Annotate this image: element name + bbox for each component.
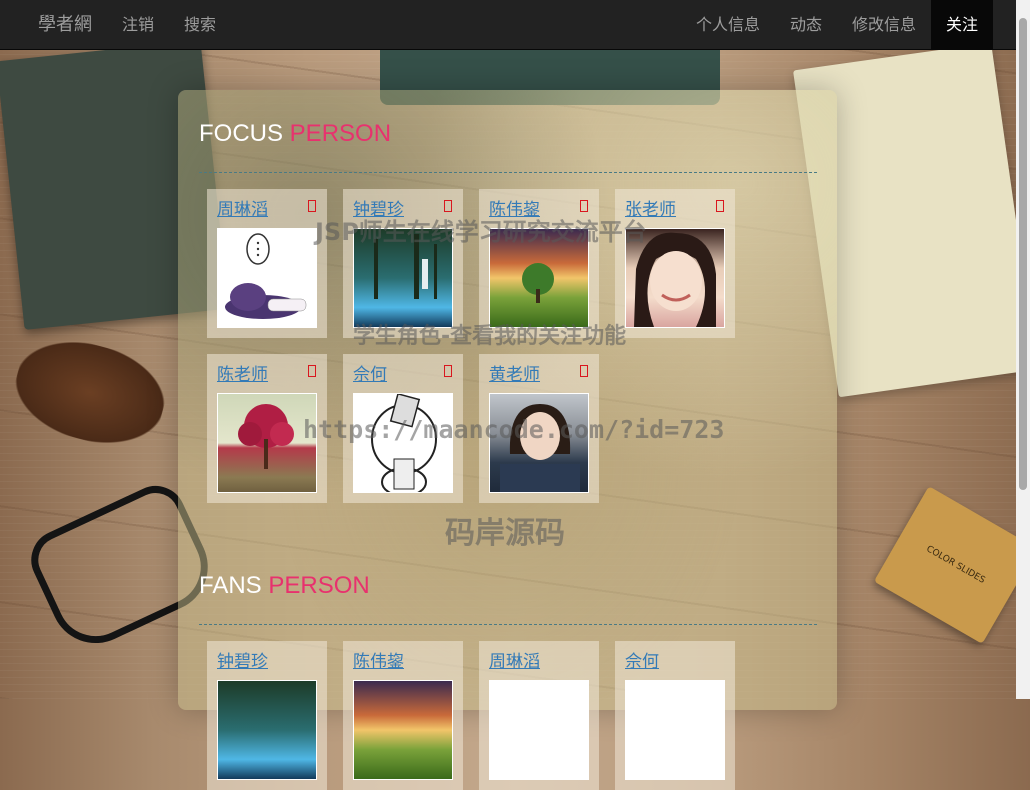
unfollow-icon[interactable] — [580, 365, 588, 377]
fan-person-card: 陈伟鋆 — [343, 641, 463, 790]
focus-person-card: 黄老师 — [479, 354, 599, 503]
focus-title-plain: FOCUS — [199, 120, 290, 147]
avatar[interactable] — [353, 228, 453, 328]
top-navbar: 學者網 注销 搜索 个人信息 动态 修改信息 关注 — [0, 0, 1016, 50]
follow-link[interactable]: 关注 — [930, 0, 993, 50]
focus-title-accent: PERSON — [289, 120, 392, 147]
person-name-link[interactable]: 周琳滔 — [489, 647, 540, 672]
person-name-link[interactable]: 陈老师 — [217, 360, 268, 385]
fan-person-card: 周琳滔 — [479, 641, 599, 790]
slides-label: COLOR SLIDES — [924, 544, 987, 586]
fan-person-card: 钟碧珍 — [207, 641, 327, 790]
avatar[interactable] — [625, 228, 725, 328]
avatar[interactable] — [489, 680, 589, 780]
follow-panel: FOCUS PERSON 周琳滔 钟碧珍 陈伟鋆 张老师 陈老师 佘何 黄老师 … — [178, 90, 837, 790]
fans-section-title: FANS PERSON — [199, 572, 370, 600]
focus-person-card: 陈伟鋆 — [479, 189, 599, 338]
avatar[interactable] — [217, 680, 317, 780]
avatar[interactable] — [353, 680, 453, 780]
focus-person-grid: 周琳滔 钟碧珍 陈伟鋆 张老师 陈老师 佘何 黄老师 — [207, 189, 735, 503]
focus-person-card: 佘何 — [343, 354, 463, 503]
avatar[interactable] — [489, 228, 589, 328]
person-name-link[interactable]: 周琳滔 — [217, 195, 268, 220]
focus-person-card: 陈老师 — [207, 354, 327, 503]
focus-person-card: 张老师 — [615, 189, 735, 338]
unfollow-icon[interactable] — [716, 200, 724, 212]
focus-divider — [199, 172, 817, 173]
unfollow-icon[interactable] — [308, 200, 316, 212]
page-scrollbar[interactable] — [1016, 0, 1030, 699]
person-name-link[interactable]: 钟碧珍 — [353, 195, 404, 220]
person-name-link[interactable]: 钟碧珍 — [217, 647, 268, 672]
fans-divider — [199, 624, 817, 625]
edit-info-link[interactable]: 修改信息 — [837, 0, 931, 50]
fans-title-accent: PERSON — [268, 572, 370, 599]
person-name-link[interactable]: 陈伟鋆 — [489, 195, 540, 220]
profile-link[interactable]: 个人信息 — [681, 0, 775, 50]
scrollbar-thumb[interactable] — [1019, 18, 1027, 490]
brand-link[interactable]: 學者網 — [22, 0, 107, 50]
focus-person-card: 钟碧珍 — [343, 189, 463, 338]
person-name-link[interactable]: 佘何 — [353, 360, 387, 385]
unfollow-icon[interactable] — [444, 365, 452, 377]
activity-link[interactable]: 动态 — [775, 0, 837, 50]
avatar[interactable] — [217, 228, 317, 328]
person-name-link[interactable]: 陈伟鋆 — [353, 647, 404, 672]
nav-left-group: 學者網 注销 搜索 — [0, 0, 231, 49]
logout-link[interactable]: 注销 — [107, 0, 169, 50]
focus-section-title: FOCUS PERSON — [199, 120, 391, 148]
person-name-link[interactable]: 佘何 — [625, 647, 659, 672]
unfollow-icon[interactable] — [444, 200, 452, 212]
avatar[interactable] — [217, 393, 317, 493]
fan-person-card: 佘何 — [615, 641, 735, 790]
focus-person-card: 周琳滔 — [207, 189, 327, 338]
nav-right-group: 个人信息 动态 修改信息 关注 — [681, 0, 1016, 50]
unfollow-icon[interactable] — [308, 365, 316, 377]
avatar[interactable] — [353, 393, 453, 493]
fans-person-grid: 钟碧珍 陈伟鋆 周琳滔 佘何 — [207, 641, 735, 790]
avatar[interactable] — [489, 393, 589, 493]
fans-title-plain: FANS — [199, 572, 269, 599]
avatar[interactable] — [625, 680, 725, 780]
person-name-link[interactable]: 张老师 — [625, 195, 676, 220]
unfollow-icon[interactable] — [580, 200, 588, 212]
search-link[interactable]: 搜索 — [169, 0, 231, 50]
person-name-link[interactable]: 黄老师 — [489, 360, 540, 385]
